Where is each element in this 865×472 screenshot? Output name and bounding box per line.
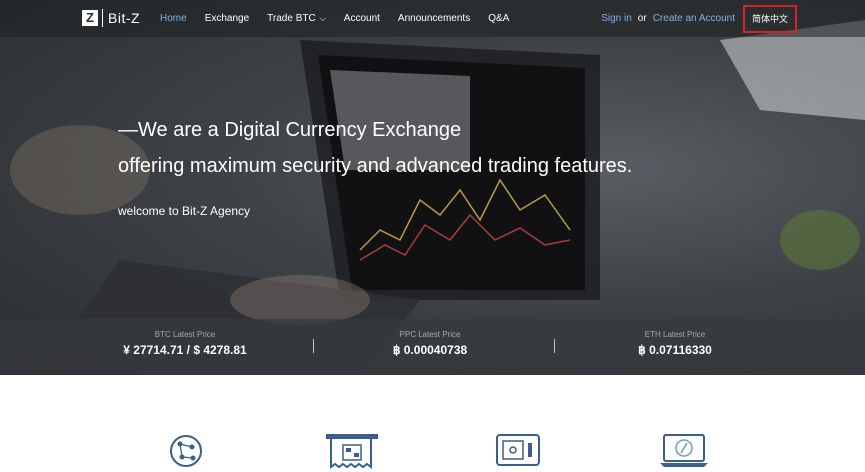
eth-price-label: ETH Latest Price bbox=[644, 330, 706, 339]
nav-trade-btc[interactable]: Trade BTC ⌵ bbox=[267, 13, 326, 24]
nav-announcements[interactable]: Announcements bbox=[398, 13, 470, 24]
hero-banner: Z Bit-Z Home Exchange Trade BTC ⌵ Accoun… bbox=[0, 0, 865, 375]
or-text: or bbox=[637, 13, 647, 24]
btc-price-value: ¥ 27714.71 / $ 4278.81 bbox=[123, 343, 247, 357]
chevron-down-icon: ⌵ bbox=[319, 13, 326, 23]
sign-in-link[interactable]: Sign in bbox=[601, 13, 632, 24]
ppc-price: PPC Latest Price ฿ 0.00040738 bbox=[370, 330, 490, 357]
ticker-divider bbox=[554, 339, 555, 353]
btc-price-label: BTC Latest Price bbox=[154, 330, 216, 339]
price-ticker: BTC Latest Price ¥ 27714.71 / $ 4278.81 … bbox=[0, 319, 865, 375]
nav-qa[interactable]: Q&A bbox=[488, 13, 509, 24]
eth-price-value: ฿ 0.07116330 bbox=[638, 343, 712, 357]
safe-icon bbox=[496, 434, 540, 466]
ppc-price-label: PPC Latest Price bbox=[399, 330, 461, 339]
hero-headline: —We are a Digital Currency Exchange offe… bbox=[118, 112, 632, 184]
features-section bbox=[0, 375, 865, 472]
ticker-divider bbox=[313, 339, 314, 353]
qr-payment-icon bbox=[326, 434, 378, 469]
logo-mark: Z bbox=[82, 10, 98, 26]
btc-price: BTC Latest Price ¥ 27714.71 / $ 4278.81 bbox=[115, 330, 255, 357]
hero-headline-line-2: offering maximum security and advanced t… bbox=[118, 155, 633, 177]
nav-exchange[interactable]: Exchange bbox=[205, 13, 249, 24]
eth-price: ETH Latest Price ฿ 0.07116330 bbox=[615, 330, 735, 357]
ppc-price-value: ฿ 0.00040738 bbox=[392, 343, 468, 357]
top-navbar: Z Bit-Z Home Exchange Trade BTC ⌵ Accoun… bbox=[0, 0, 865, 37]
nav-trade-btc-label: Trade BTC bbox=[267, 13, 316, 24]
create-account-link[interactable]: Create an Account bbox=[653, 13, 735, 24]
nav-account[interactable]: Account bbox=[344, 13, 380, 24]
main-menu: Home Exchange Trade BTC ⌵ Account Announ… bbox=[160, 0, 527, 37]
brand-logo[interactable]: Z Bit-Z bbox=[82, 9, 140, 27]
hero-headline-line-1: —We are a Digital Currency Exchange bbox=[118, 119, 462, 141]
hero-welcome: welcome to Bit-Z Agency bbox=[118, 204, 251, 218]
language-switch-button[interactable]: 简体中文 bbox=[742, 4, 797, 33]
network-icon bbox=[170, 435, 202, 467]
brand-name: Bit-Z bbox=[108, 10, 141, 26]
nav-home[interactable]: Home bbox=[160, 13, 187, 24]
logo-separator bbox=[102, 9, 103, 27]
account-links: Sign in or Create an Account 简体中文 bbox=[601, 0, 865, 37]
laptop-bitcoin-icon bbox=[660, 434, 708, 467]
